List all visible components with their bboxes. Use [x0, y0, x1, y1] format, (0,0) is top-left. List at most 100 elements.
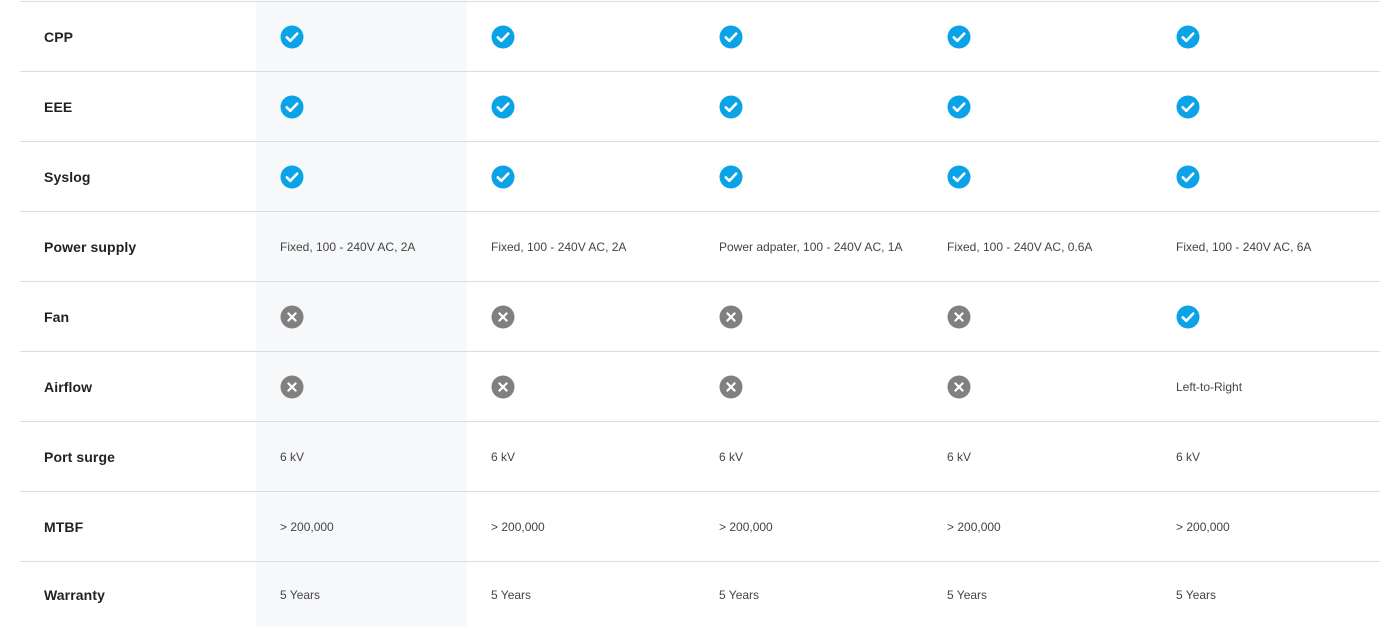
table-cell [280, 282, 460, 351]
cell-text: 5 Years [1176, 587, 1217, 602]
cross-icon [947, 375, 971, 398]
table-cell [947, 72, 1137, 141]
table-cell [280, 142, 460, 211]
check-icon [1176, 95, 1200, 118]
table-cell: Fixed, 100 - 240V AC, 0.6A [947, 212, 1137, 281]
cell-text: Fixed, 100 - 240V AC, 2A [280, 239, 416, 254]
table-cell [947, 2, 1137, 71]
cell-text: Power adpater, 100 - 240V AC, 1A [719, 239, 903, 254]
table-cell: Left-to-Right [1176, 352, 1366, 421]
cross-icon [947, 305, 971, 328]
table-cell [280, 352, 460, 421]
check-icon [719, 95, 743, 118]
row-label: Fan [44, 308, 70, 325]
check-icon [1176, 165, 1200, 188]
table-cell [719, 72, 909, 141]
cross-icon [719, 305, 743, 328]
cell-text: Fixed, 100 - 240V AC, 6A [1176, 239, 1312, 254]
table-cell: 6 kV [1176, 422, 1366, 491]
table-cell [491, 72, 681, 141]
table-cell: > 200,000 [947, 492, 1137, 561]
row-label: Power supply [44, 238, 137, 255]
table-cell [491, 142, 681, 211]
check-icon [947, 165, 971, 188]
table-cell [719, 282, 909, 351]
comparison-table: CPP EEE Syslog Power supply Fixed, 100 - 240… [20, 0, 1380, 627]
table-row: Warranty 5 Years 5 Years 5 Years 5 Years 5 Ye… [20, 561, 1380, 627]
table-cell: 6 kV [280, 422, 460, 491]
check-icon [719, 25, 743, 48]
row-label: Warranty [44, 586, 105, 603]
table-cell [719, 2, 909, 71]
cell-text: Fixed, 100 - 240V AC, 2A [491, 239, 627, 254]
table-cell: > 200,000 [1176, 492, 1366, 561]
check-icon [491, 95, 515, 118]
cell-text: 6 kV [491, 449, 516, 464]
table-cell [280, 2, 460, 71]
check-icon [719, 165, 743, 188]
table-cell [491, 2, 681, 71]
table-cell [280, 72, 460, 141]
table-cell [947, 142, 1137, 211]
table-row: MTBF > 200,000 > 200,000 > 200,000 > 200,000… [20, 491, 1380, 561]
table-cell: > 200,000 [491, 492, 681, 561]
cell-text: > 200,000 [947, 519, 1001, 534]
table-cell: > 200,000 [280, 492, 460, 561]
table-row: CPP [20, 1, 1380, 71]
cell-text: Left-to-Right [1176, 379, 1243, 394]
cross-icon [719, 375, 743, 398]
cell-text: > 200,000 [719, 519, 773, 534]
table-cell [1176, 72, 1366, 141]
table-cell [491, 282, 681, 351]
cross-icon [491, 375, 515, 398]
row-label: EEE [44, 98, 73, 115]
table-cell: Fixed, 100 - 240V AC, 2A [491, 212, 681, 281]
table-cell: 5 Years [1176, 562, 1366, 627]
table-cell: 5 Years [280, 562, 460, 627]
table-cell: 6 kV [719, 422, 909, 491]
table-row: Port surge 6 kV 6 kV 6 kV 6 kV 6 kV [20, 421, 1380, 491]
cross-icon [491, 305, 515, 328]
cell-text: 6 kV [280, 449, 305, 464]
table-row: Fan [20, 281, 1380, 351]
table-cell: Fixed, 100 - 240V AC, 6A [1176, 212, 1366, 281]
table-cell: 6 kV [491, 422, 681, 491]
cell-text: 5 Years [719, 587, 760, 602]
cross-icon [280, 305, 304, 328]
cross-icon [280, 375, 304, 398]
cell-text: > 200,000 [1176, 519, 1230, 534]
check-icon [947, 95, 971, 118]
table-cell: 5 Years [947, 562, 1137, 627]
table-cell: 6 kV [947, 422, 1137, 491]
table-cell [491, 352, 681, 421]
table-cell: 5 Years [719, 562, 909, 627]
check-icon [1176, 305, 1200, 328]
check-icon [1176, 25, 1200, 48]
table-cell [947, 352, 1137, 421]
cell-text: 6 kV [719, 449, 744, 464]
table-cell [947, 282, 1137, 351]
table-cell [1176, 142, 1366, 211]
check-icon [491, 165, 515, 188]
cell-text: > 200,000 [491, 519, 545, 534]
cell-text: > 200,000 [280, 519, 334, 534]
row-label: CPP [44, 28, 74, 45]
row-label: Port surge [44, 448, 116, 465]
table-cell [1176, 282, 1366, 351]
table-cell: Fixed, 100 - 240V AC, 2A [280, 212, 460, 281]
check-icon [280, 165, 304, 188]
cell-text: 6 kV [947, 449, 972, 464]
cell-text: 5 Years [491, 587, 532, 602]
table-cell [719, 142, 909, 211]
row-label: MTBF [44, 518, 84, 535]
table-cell: 5 Years [491, 562, 681, 627]
cell-text: 5 Years [947, 587, 988, 602]
table-row: EEE [20, 71, 1380, 141]
cell-text: 5 Years [280, 587, 321, 602]
table-cell [719, 352, 909, 421]
cell-text: 6 kV [1176, 449, 1201, 464]
row-label: Syslog [44, 168, 91, 185]
table-row: Syslog [20, 141, 1380, 211]
table-cell [1176, 2, 1366, 71]
check-icon [280, 25, 304, 48]
